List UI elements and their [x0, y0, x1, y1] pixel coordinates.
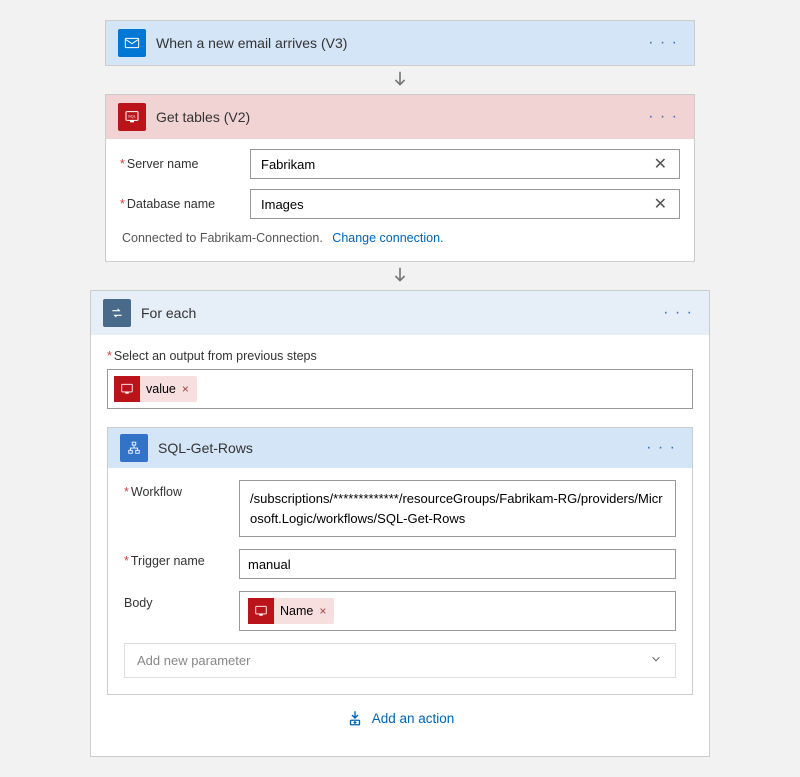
sql-token-icon-2 [248, 598, 274, 624]
database-name-input[interactable] [259, 196, 650, 213]
outlook-icon [118, 29, 146, 57]
server-name-label: *Server name [120, 157, 250, 171]
connection-info: Connected to Fabrikam-Connection. Change… [120, 229, 680, 247]
sql-token-icon [114, 376, 140, 402]
trigger-email-title: When a new email arrives (V3) [156, 35, 644, 51]
trigger-email-header[interactable]: When a new email arrives (V3) · · · [106, 21, 694, 65]
for-each-menu[interactable]: · · · [659, 304, 697, 322]
add-step-icon [346, 709, 364, 727]
sql-get-rows-menu[interactable]: · · · [642, 439, 680, 457]
trigger-email-card: When a new email arrives (V3) · · · [105, 20, 695, 66]
sql-get-rows-header[interactable]: SQL-Get-Rows · · · [108, 428, 692, 468]
database-name-label: *Database name [120, 197, 250, 211]
loop-icon [103, 299, 131, 327]
workflow-label: *Workflow [124, 480, 239, 537]
get-tables-card: SQL Get tables (V2) · · · *Server name ✕… [105, 94, 695, 262]
get-tables-menu[interactable]: · · · [644, 108, 682, 126]
sql-get-rows-card: SQL-Get-Rows · · · *Workflow /subscripti… [107, 427, 693, 695]
for-each-title: For each [141, 305, 659, 321]
get-tables-title: Get tables (V2) [156, 109, 644, 125]
database-name-clear[interactable]: ✕ [650, 194, 671, 214]
change-connection-link[interactable]: Change connection. [332, 231, 443, 245]
add-action-button[interactable]: Add an action [346, 709, 455, 727]
select-output-label: *Select an output from previous steps [107, 349, 693, 363]
flow-arrow-2 [0, 265, 800, 287]
for-each-header[interactable]: For each · · · [91, 291, 709, 335]
select-output-box[interactable]: value × [107, 369, 693, 409]
token-name-remove[interactable]: × [319, 604, 326, 618]
add-parameter-dropdown[interactable]: Add new parameter [124, 643, 676, 678]
chevron-down-icon [649, 652, 663, 669]
flow-arrow-1 [0, 69, 800, 91]
get-tables-header[interactable]: SQL Get tables (V2) · · · [106, 95, 694, 139]
database-name-input-wrap[interactable]: ✕ [250, 189, 680, 219]
body-input[interactable]: Name × [239, 591, 676, 631]
logic-app-icon [120, 434, 148, 462]
token-value-remove[interactable]: × [182, 382, 189, 396]
server-name-clear[interactable]: ✕ [650, 154, 671, 174]
server-name-input[interactable] [259, 156, 650, 173]
token-name[interactable]: Name × [248, 598, 334, 624]
token-value[interactable]: value × [114, 376, 197, 402]
body-label: Body [124, 591, 239, 631]
svg-text:SQL: SQL [128, 114, 137, 119]
trigger-menu[interactable]: · · · [644, 34, 682, 52]
sql-icon: SQL [118, 103, 146, 131]
server-name-input-wrap[interactable]: ✕ [250, 149, 680, 179]
sql-get-rows-title: SQL-Get-Rows [158, 440, 642, 456]
workflow-input[interactable]: /subscriptions/*************/resourceGro… [239, 480, 676, 537]
trigger-name-label: *Trigger name [124, 549, 239, 579]
for-each-card: For each · · · *Select an output from pr… [90, 290, 710, 757]
trigger-name-input[interactable]: manual [239, 549, 676, 579]
